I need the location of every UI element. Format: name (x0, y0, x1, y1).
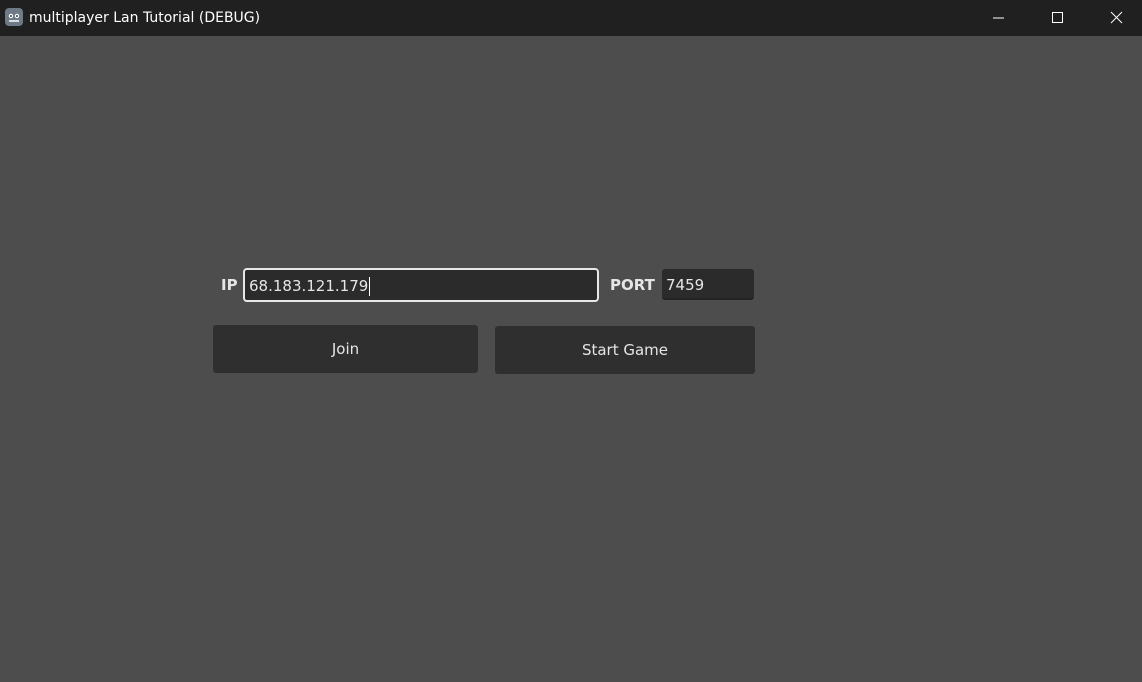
ip-input-value: 68.183.121.179 (249, 277, 371, 296)
join-button[interactable]: Join (213, 325, 478, 373)
port-input[interactable]: 7459 (662, 269, 754, 300)
start-game-button[interactable]: Start Game (495, 326, 755, 374)
close-icon (1110, 11, 1123, 24)
ip-input[interactable]: 68.183.121.179 (243, 268, 599, 302)
port-input-value: 7459 (666, 276, 705, 294)
text-caret (369, 277, 371, 296)
start-game-button-label: Start Game (581, 341, 669, 359)
window-title: multiplayer Lan Tutorial (DEBUG) (29, 10, 261, 26)
maximize-button[interactable] (1029, 0, 1087, 36)
title-bar[interactable]: multiplayer Lan Tutorial (DEBUG) (0, 0, 1142, 36)
ip-label: IP (221, 276, 238, 294)
minimize-icon (993, 17, 1004, 19)
minimize-button[interactable] (970, 0, 1028, 36)
maximize-icon (1052, 12, 1063, 23)
godot-icon (5, 8, 23, 26)
close-button[interactable] (1088, 0, 1142, 36)
port-label: PORT (610, 276, 655, 294)
join-button-label: Join (331, 340, 360, 358)
